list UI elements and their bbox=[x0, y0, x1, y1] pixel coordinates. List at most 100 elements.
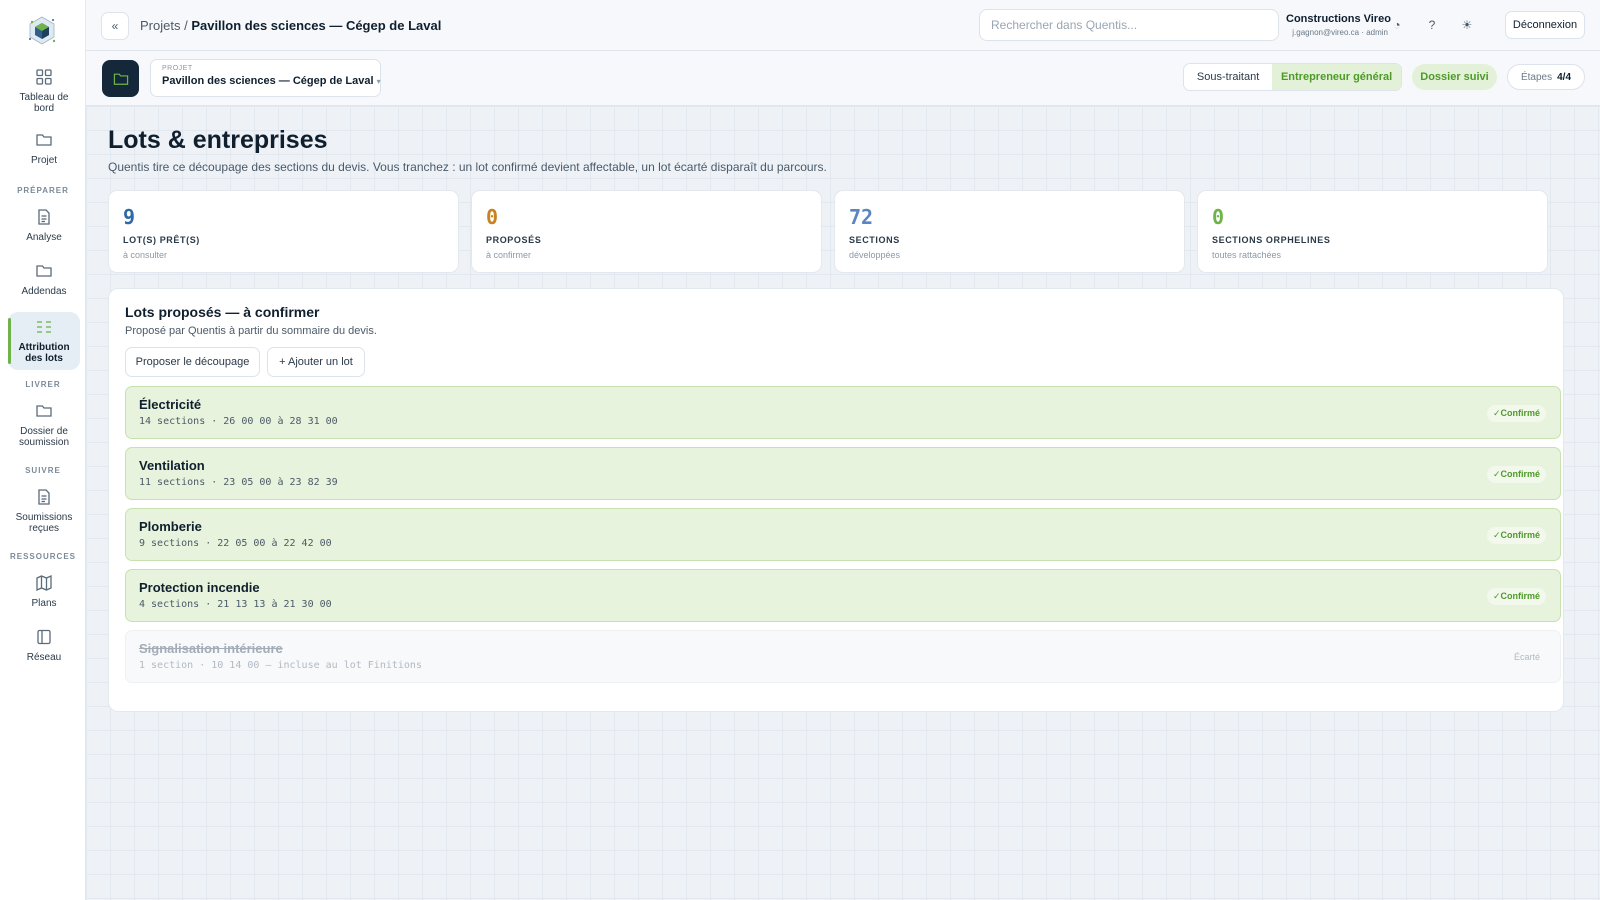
section-label-follow: SUIVRE bbox=[25, 466, 61, 475]
sidebar-item-label: Projet bbox=[30, 155, 58, 166]
lot-row[interactable]: Électricité 14 sections · 26 00 00 à 28 … bbox=[125, 386, 1561, 439]
breadcrumb: Projets / Pavillon des sciences — Cégep … bbox=[140, 18, 441, 33]
list-icon bbox=[37, 321, 51, 333]
sidebar-item-label: Tableau de bord bbox=[19, 92, 69, 114]
sidebar-item-network[interactable]: Réseau bbox=[8, 622, 80, 669]
sidebar-item-label: Addendas bbox=[21, 286, 67, 297]
sidebar-item-received-submissions[interactable]: Soumissions reçues bbox=[8, 482, 80, 540]
role-general-contractor-option[interactable]: Entrepreneur général bbox=[1272, 64, 1401, 90]
top-bar: « Projets / Pavillon des sciences — Cége… bbox=[86, 0, 1600, 51]
sidebar-item-dashboard[interactable]: Tableau de bord bbox=[8, 62, 80, 120]
panel-subtitle: Proposé par Quentis à partir du sommaire… bbox=[125, 325, 377, 337]
steps-indicator[interactable]: Étapes 4/4 bbox=[1507, 64, 1585, 90]
status-badge: ✓Confirmé bbox=[1486, 405, 1546, 422]
steps-label: Étapes bbox=[1520, 71, 1553, 83]
project-bar: PROJET Pavillon des sciences — Cégep de … bbox=[86, 51, 1600, 106]
page-description: Quentis tire ce découpage des sections d… bbox=[108, 160, 827, 174]
sidebar-item-label: Soumissions reçues bbox=[15, 512, 73, 534]
company-name: Constructions Vireo bbox=[1286, 13, 1391, 25]
sidebar-item-submission-file[interactable]: Dossier de soumission bbox=[8, 396, 80, 454]
propose-split-button[interactable]: Proposer le découpage bbox=[125, 347, 260, 377]
section-label-prepare: PRÉPARER bbox=[17, 186, 69, 195]
lot-name: Ventilation bbox=[139, 458, 205, 473]
project-folder-icon bbox=[102, 60, 139, 97]
sidebar-item-addenda[interactable]: Addendas bbox=[8, 256, 80, 303]
main-content: Lots & entreprises Quentis tire ce décou… bbox=[86, 106, 1600, 900]
sidebar-item-lot-assignment[interactable]: Attribution des lots bbox=[8, 312, 80, 370]
followed-file-badge[interactable]: Dossier suivi bbox=[1412, 64, 1497, 90]
grid-icon bbox=[36, 69, 52, 85]
steps-value: 4/4 bbox=[1557, 71, 1572, 83]
breadcrumb-projects-link[interactable]: Projets / bbox=[140, 18, 188, 33]
stat-card-sections: 72 SECTIONS développées bbox=[834, 190, 1185, 273]
section-label-resources: RESSOURCES bbox=[9, 552, 76, 561]
sidebar-item-project[interactable]: Projet bbox=[8, 125, 80, 172]
logout-button[interactable]: Déconnexion bbox=[1505, 11, 1585, 39]
panel-title: Lots proposés — à confirmer bbox=[125, 304, 320, 320]
history-icon[interactable]: ◔ bbox=[1386, 14, 1408, 36]
lot-name: Électricité bbox=[139, 397, 202, 412]
lot-meta: 14 sections · 26 00 00 à 28 31 00 bbox=[139, 416, 338, 427]
status-badge: ✓Confirmé bbox=[1486, 588, 1546, 605]
breadcrumb-current: Pavillon des sciences — Cégep de Laval bbox=[191, 18, 442, 33]
collapse-sidebar-button[interactable]: « bbox=[101, 12, 129, 40]
help-icon[interactable]: ? bbox=[1421, 14, 1443, 36]
folder-icon bbox=[36, 265, 52, 277]
project-selector[interactable]: PROJET Pavillon des sciences — Cégep de … bbox=[150, 59, 381, 97]
map-icon bbox=[36, 574, 52, 592]
status-badge: ✓Confirmé bbox=[1486, 466, 1546, 483]
stat-label: SECTIONS bbox=[849, 235, 900, 245]
document-icon bbox=[38, 209, 50, 225]
cube-logo[interactable] bbox=[26, 14, 58, 46]
lot-name: Protection incendie bbox=[139, 580, 260, 595]
lot-meta: 4 sections · 21 13 13 à 21 30 00 bbox=[139, 599, 332, 610]
role-subcontractor-option[interactable]: Sous-traitant bbox=[1184, 64, 1272, 90]
lot-row[interactable]: Signalisation intérieure 1 section · 10 … bbox=[125, 630, 1561, 683]
stat-sublabel: toutes rattachées bbox=[1212, 250, 1282, 260]
book-icon bbox=[37, 629, 51, 645]
lot-meta: 11 sections · 23 05 00 à 23 82 39 bbox=[139, 477, 338, 488]
user-email: j.gagnon@vireo.ca · admin bbox=[1292, 28, 1388, 37]
section-label-deliver: LIVRER bbox=[25, 380, 61, 389]
sidebar-item-analysis[interactable]: Analyse bbox=[8, 202, 80, 249]
add-lot-button[interactable]: + Ajouter un lot bbox=[267, 347, 365, 377]
project-name: Pavillon des sciences — Cégep de Laval bbox=[162, 75, 374, 87]
sidebar-item-label: Attribution des lots bbox=[18, 342, 70, 364]
stat-label: PROPOSÉS bbox=[486, 235, 542, 245]
stat-value: 9 bbox=[123, 205, 136, 229]
lot-row[interactable]: Plomberie 9 sections · 22 05 00 à 22 42 … bbox=[125, 508, 1561, 561]
lot-name: Signalisation intérieure bbox=[139, 641, 283, 656]
stat-card-ready-lots: 9 LOT(S) PRÊT(S) à consulter bbox=[108, 190, 459, 273]
lot-row[interactable]: Ventilation 11 sections · 23 05 00 à 23 … bbox=[125, 447, 1561, 500]
stat-value: 0 bbox=[1212, 205, 1225, 229]
proposed-lots-panel: Lots proposés — à confirmer Proposé par … bbox=[108, 288, 1564, 712]
sidebar-item-label: Réseau bbox=[26, 652, 62, 663]
chevron-down-icon: ▾ bbox=[376, 77, 381, 86]
role-toggle: Sous-traitant Entrepreneur général bbox=[1183, 63, 1402, 91]
folder-icon bbox=[36, 405, 52, 417]
sidebar-item-label: Analyse bbox=[26, 232, 62, 243]
search-input[interactable] bbox=[979, 9, 1279, 41]
lot-meta: 1 section · 10 14 00 — incluse au lot Fi… bbox=[139, 660, 422, 671]
stat-sublabel: à confirmer bbox=[486, 250, 532, 260]
sidebar-item-plans[interactable]: Plans bbox=[8, 568, 80, 615]
account-info[interactable]: Constructions Vireo j.gagnon@vireo.ca · … bbox=[1286, 13, 1391, 37]
lot-row[interactable]: Protection incendie 4 sections · 21 13 1… bbox=[125, 569, 1561, 622]
stat-label: SECTIONS ORPHELINES bbox=[1212, 235, 1331, 245]
project-selector-label: PROJET bbox=[162, 65, 193, 72]
project-selector-value: Pavillon des sciences — Cégep de Laval ▾ bbox=[162, 75, 381, 87]
stat-value: 72 bbox=[849, 205, 874, 229]
stat-sublabel: à consulter bbox=[123, 250, 168, 260]
stat-card-proposed: 0 PROPOSÉS à confirmer bbox=[471, 190, 822, 273]
status-badge: Écarté bbox=[1513, 652, 1540, 662]
stat-value: 0 bbox=[486, 205, 499, 229]
stat-sublabel: développées bbox=[849, 250, 901, 260]
page-title: Lots & entreprises bbox=[108, 126, 328, 154]
stat-label: LOT(S) PRÊT(S) bbox=[123, 235, 200, 245]
theme-toggle-icon[interactable]: ☀ bbox=[1456, 14, 1478, 36]
sidebar: Tableau de bord Projet PRÉPARER Analyse … bbox=[0, 0, 86, 900]
lot-meta: 9 sections · 22 05 00 à 22 42 00 bbox=[139, 538, 332, 549]
status-badge: ✓Confirmé bbox=[1486, 527, 1546, 544]
lot-name: Plomberie bbox=[139, 519, 202, 534]
stat-card-orphan-sections: 0 SECTIONS ORPHELINES toutes rattachées bbox=[1197, 190, 1548, 273]
